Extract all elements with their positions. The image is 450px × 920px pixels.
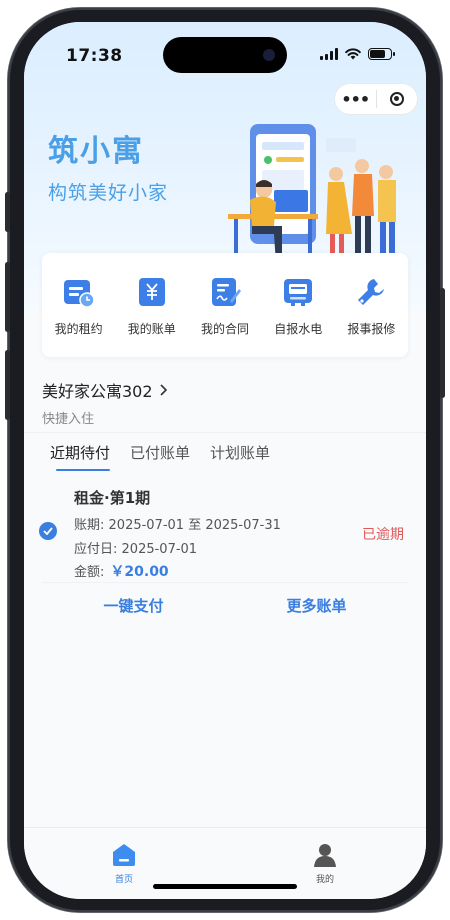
screen: 17:38 ••• 筑小寓 构筑美好小家 我的租约 我的账单 我的合同 自报水电…	[24, 22, 426, 899]
apartment-info[interactable]: 美好家公寓302 快捷入住	[42, 378, 168, 427]
bill-title: 租金·第1期	[74, 489, 151, 507]
more-icon[interactable]: •••	[335, 90, 376, 109]
bill-due-date: 应付日: 2025-07-01	[74, 538, 197, 557]
bill-due-value: 2025-07-01	[121, 542, 198, 557]
quick-menu: 我的租约 我的账单 我的合同 自报水电 报事报修	[42, 253, 408, 357]
bill-amount-value: ￥20.00	[110, 564, 169, 580]
apartment-name: 美好家公寓302	[42, 382, 153, 401]
brand-subtitle: 构筑美好小家	[48, 182, 169, 204]
close-circle-icon[interactable]	[377, 92, 418, 106]
tab-home-label: 首页	[114, 875, 133, 885]
dynamic-island	[163, 37, 287, 73]
more-bills-button[interactable]: 更多账单	[225, 583, 408, 616]
status-bar: 17:38	[24, 22, 426, 84]
tab-recent-due[interactable]: 近期待付	[50, 442, 111, 471]
bill-tabs: 近期待付 已付账单 计划账单	[50, 442, 270, 471]
menu-label: 我的账单	[127, 322, 176, 336]
contract-icon	[212, 278, 241, 306]
section-divider	[24, 432, 426, 433]
signal-icon	[320, 48, 338, 60]
bill-actions: 一键支付 更多账单	[42, 582, 408, 616]
bill-amount: 金额: ￥20.00	[74, 561, 169, 581]
menu-repair-report[interactable]: 报事报修	[335, 253, 408, 357]
hero-illustration	[228, 124, 396, 264]
menu-label: 自报水电	[274, 322, 323, 336]
wifi-icon	[345, 48, 361, 60]
checkbox-checked-icon[interactable]	[39, 522, 57, 540]
menu-label: 报事报修	[347, 322, 396, 336]
tab-home[interactable]: 首页	[94, 842, 154, 885]
status-time: 17:38	[66, 46, 123, 66]
one-click-pay-button[interactable]: 一键支付	[42, 583, 225, 616]
meter-icon	[284, 279, 313, 306]
bill-icon	[138, 278, 165, 306]
bill-period-label: 账期:	[74, 518, 105, 533]
volume-down-button	[5, 350, 10, 420]
tab-planned-bills[interactable]: 计划账单	[210, 442, 270, 471]
volume-up-button	[5, 262, 10, 332]
chevron-right-icon	[159, 384, 167, 396]
menu-my-contract[interactable]: 我的合同	[188, 253, 261, 357]
apartment-name-row: 美好家公寓302	[42, 378, 168, 402]
brand-title: 筑小寓	[48, 134, 144, 169]
home-icon	[113, 844, 135, 866]
tab-mine-label: 我的	[315, 875, 334, 885]
tab-mine[interactable]: 我的	[295, 842, 355, 885]
menu-label: 我的租约	[54, 322, 103, 336]
status-icons	[320, 48, 395, 60]
apartment-subtitle: 快捷入住	[42, 412, 95, 427]
bill-item[interactable]: 租金·第1期 账期: 2025-07-01 至 2025-07-31 应付日: …	[24, 484, 426, 584]
mute-switch	[5, 192, 10, 232]
menu-label: 我的合同	[201, 322, 250, 336]
bill-period-value: 2025-07-01 至 2025-07-31	[108, 518, 281, 533]
overdue-status-badge: 已逾期	[362, 527, 404, 543]
wrench-icon	[358, 279, 385, 305]
battery-icon	[368, 48, 395, 60]
user-icon	[314, 844, 336, 867]
camera-icon	[263, 49, 275, 61]
menu-self-report-meter[interactable]: 自报水电	[262, 253, 335, 357]
bill-due-label: 应付日:	[74, 542, 118, 557]
power-button	[440, 288, 445, 398]
home-indicator[interactable]	[153, 884, 297, 889]
mini-program-capsule: •••	[334, 83, 418, 115]
menu-my-bills[interactable]: 我的账单	[115, 253, 188, 357]
lease-icon	[63, 280, 95, 308]
bill-period: 账期: 2025-07-01 至 2025-07-31	[74, 514, 281, 533]
menu-my-lease[interactable]: 我的租约	[42, 253, 115, 357]
bill-amount-label: 金额:	[74, 565, 105, 580]
tab-paid-bills[interactable]: 已付账单	[130, 442, 190, 471]
